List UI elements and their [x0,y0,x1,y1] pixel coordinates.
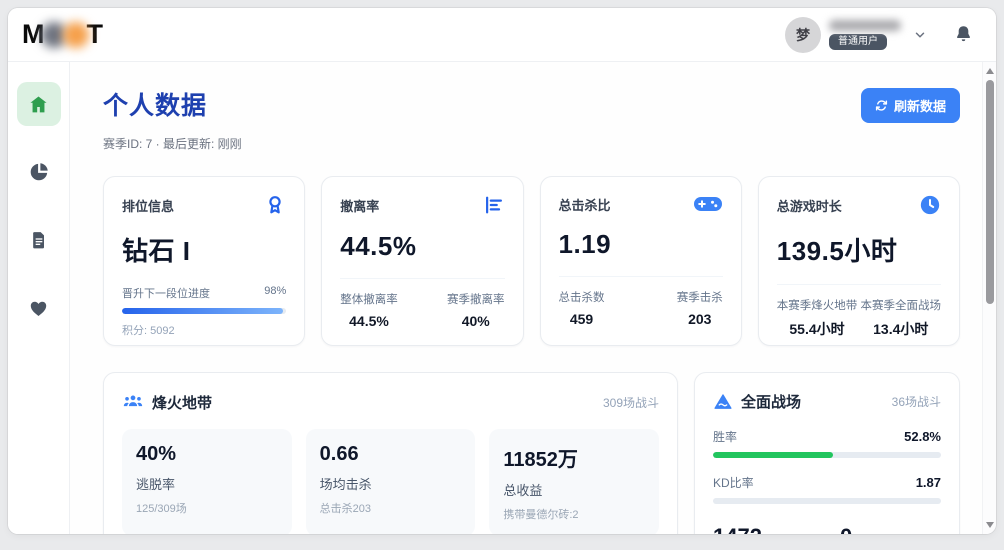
app-logo: M T [22,19,103,50]
logo-letter-t: T [86,19,103,49]
user-menu[interactable]: 梦 普通用户 [785,16,927,53]
clock-icon [919,194,941,216]
kd-ratio-label: KD比率 [713,476,754,490]
battlefield-title: 全面战场 [741,394,802,411]
bar-chart-icon [483,194,505,216]
rank-card-label: 排位信息 [122,198,175,214]
scrollbar-down-arrow[interactable] [986,522,994,528]
medal-icon [264,194,286,216]
season-meta: 赛季ID: 7 · 最后更新: 刚刚 [103,137,242,151]
win-rate-value: 52.8% [904,429,941,444]
sidebar-item-home[interactable] [16,82,61,126]
user-role-badge: 普通用户 [829,33,887,50]
tactical-zone-title: 烽火地带 [152,394,213,412]
logo-blurred-glyph-orange [62,21,89,48]
battlefield-battle-count: 36场战斗 [891,395,941,409]
chevron-down-icon[interactable] [913,28,927,42]
app-window: M T 梦 普通用户 个人数据 刷新数据 赛季ID: 7 · 最后更新: 刚刚 … [8,8,996,534]
gamepad-icon [693,194,723,214]
kd-ratio-value: 1.87 [915,475,941,490]
refresh-icon [875,99,888,112]
refresh-data-button[interactable]: 刷新数据 [860,88,960,123]
avg-kills-stat: 0.66 场均击杀 总击杀203 [305,429,476,534]
pie-chart-icon [28,161,50,183]
tactical-zone-card: 烽火地带 309场战斗 40% 逃脱率 125/309场 0.66 场均击杀 总… [103,372,678,534]
sidebar-item-favorites[interactable] [17,286,61,330]
username-redacted [829,19,901,31]
win-rate-track [713,452,941,458]
extraction-rate-card: 撤离率 44.5% 整体撤离率 44.5% 赛季撤离率 40% [321,176,524,346]
battlefield-stat-left: 1472 [713,524,762,534]
document-icon [29,230,49,250]
sidebar-item-stats[interactable] [17,150,61,194]
win-rate-label: 胜率 [713,430,738,444]
mountain-icon [713,392,733,412]
rank-card: 排位信息 钻石 I 晋升下一段位进度 98% 积分: 5092 [103,176,306,346]
rank-score: 积分: 5092 [122,325,175,337]
sidebar-item-records[interactable] [17,218,61,262]
kd-ratio-track [713,498,941,504]
battlefield-card: 全面战场 36场战斗 胜率 52.8% KD比率 1.87 [694,372,960,534]
user-meta: 普通用户 [829,19,901,50]
tactical-battle-count: 309场战斗 [602,395,659,410]
rank-value: 钻石 I [122,236,191,266]
mode-cards-row: 烽火地带 309场战斗 40% 逃脱率 125/309场 0.66 场均击杀 总… [103,372,960,534]
kill-ratio-card: 总击杀比 1.19 总击杀数 459 赛季击杀 203 [539,176,742,346]
win-rate-fill [713,452,834,458]
stat-cards-row: 排位信息 钻石 I 晋升下一段位进度 98% 积分: 5092 撤离率 44.5… [103,176,960,346]
playtime-card: 总游戏时长 139.5小时 本赛季烽火地带 55.4小时 本赛季全面战场 13.… [757,176,960,346]
escape-rate-stat: 40% 逃脱率 125/309场 [122,429,292,534]
home-icon [28,94,49,115]
main-content: 个人数据 刷新数据 赛季ID: 7 · 最后更新: 刚刚 排位信息 钻石 I 晋… [70,62,982,534]
users-icon [122,391,144,413]
notification-bell-icon[interactable] [953,24,974,45]
rank-progress-label: 晋升下一段位进度 [122,288,210,300]
battlefield-stat-right: 0 [840,524,852,534]
total-profit-stat: 11852万 总收益 携带曼德尔砖:2 [489,429,660,534]
vertical-scrollbar[interactable] [982,62,996,534]
rank-progress-track [122,308,287,314]
page-title: 个人数据 [103,92,208,120]
rank-progress-pct: 98% [264,285,287,297]
heart-icon [28,298,49,319]
scrollbar-up-arrow[interactable] [986,68,994,74]
rank-progress-fill [122,308,283,314]
sidebar [8,62,70,534]
scrollbar-thumb[interactable] [986,80,994,304]
top-bar: M T 梦 普通用户 [8,8,996,62]
avatar[interactable]: 梦 [785,16,821,53]
